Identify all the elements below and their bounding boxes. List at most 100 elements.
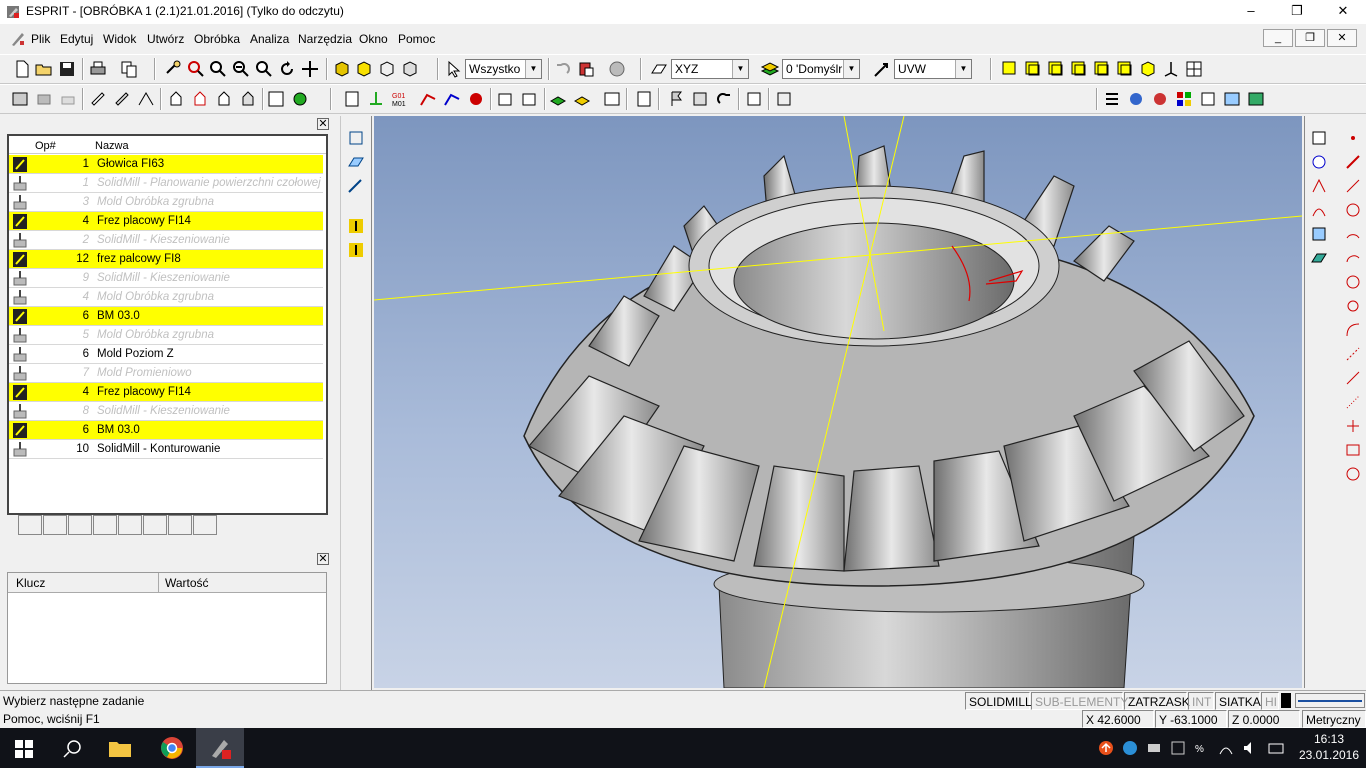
mode-solidmill[interactable]: SOLIDMILL [965, 692, 1032, 710]
arc-icon[interactable] [1343, 224, 1363, 244]
close-icon[interactable]: ✕ [317, 553, 329, 565]
nc-code-icon[interactable] [266, 89, 286, 109]
stock-icon[interactable] [34, 89, 54, 109]
layer-combo[interactable]: 0 'Domyślr ▼ [782, 59, 860, 79]
menu-plik[interactable]: Plik [31, 32, 50, 46]
operation-row[interactable]: 4 Frez placowy FI14 [9, 212, 323, 231]
undo-icon[interactable] [553, 59, 573, 79]
close-icon[interactable]: ✕ [317, 118, 329, 130]
operation-row[interactable]: 6 BM 03.0 [9, 307, 323, 326]
mode-hi[interactable]: HI [1261, 692, 1279, 710]
image-icon[interactable] [1222, 89, 1242, 109]
tab-output[interactable] [193, 515, 217, 535]
arc-3-icon[interactable] [1343, 272, 1363, 292]
bevel-gear-model[interactable] [374, 116, 1302, 688]
view-left-icon[interactable] [1069, 59, 1089, 79]
shade-icon[interactable] [354, 59, 374, 79]
compare-icon[interactable] [774, 89, 794, 109]
snap-point-icon[interactable] [346, 128, 366, 148]
keyboard-icon[interactable] [1268, 740, 1284, 756]
view-right-icon[interactable] [1046, 59, 1066, 79]
zoom-window-icon[interactable] [186, 59, 206, 79]
tool-path-icon[interactable] [136, 89, 156, 109]
mode-sub-elements[interactable]: SUB-ELEMENTY [1031, 692, 1128, 710]
operation-row[interactable]: 1 Głowica FI63 [9, 155, 323, 174]
plane-combo[interactable]: XYZ ▼ [671, 59, 749, 79]
mode-grid[interactable]: SIATKA [1215, 692, 1261, 710]
print-icon[interactable] [88, 59, 108, 79]
clock-time[interactable]: 16:13 [1304, 732, 1354, 746]
menu-pomoc[interactable]: Pomoc [398, 32, 435, 46]
offset-icon[interactable] [1343, 368, 1363, 388]
menu-okno[interactable]: Okno [359, 32, 388, 46]
circle-icon[interactable] [1343, 200, 1363, 220]
line-style-indicator[interactable] [1295, 693, 1365, 708]
file-explorer-icon[interactable] [108, 738, 132, 758]
sim-run-icon[interactable] [214, 89, 234, 109]
sim-end-icon[interactable] [238, 89, 258, 109]
paste-icon[interactable] [576, 59, 596, 79]
snap-plane-icon[interactable] [346, 152, 366, 172]
view-3d-icon[interactable] [1309, 128, 1329, 148]
snap-axis-icon[interactable] [346, 176, 366, 196]
technology-icon[interactable] [342, 89, 362, 109]
color-swatch[interactable] [1281, 693, 1291, 708]
workplane-combo[interactable]: UVW ▼ [894, 59, 972, 79]
grid-icon[interactable] [1184, 59, 1204, 79]
hidden-line-icon[interactable] [400, 59, 420, 79]
rectangle-icon[interactable] [1343, 440, 1363, 460]
taskbar-esprit-button[interactable] [196, 728, 244, 768]
view-front-icon[interactable] [1023, 59, 1043, 79]
search-icon[interactable] [62, 739, 82, 759]
tab-project[interactable] [143, 515, 167, 535]
open-folder-icon[interactable] [34, 59, 54, 79]
move-icon[interactable] [300, 59, 320, 79]
tool-icon[interactable] [88, 89, 108, 109]
window-settings-icon[interactable] [520, 89, 540, 109]
machine-setup-icon[interactable] [10, 89, 30, 109]
up-arrow-tray-icon[interactable] [1098, 740, 1114, 756]
mdi-close-button[interactable]: ✕ [1327, 29, 1357, 47]
input-icon[interactable]: % [1194, 740, 1210, 756]
toolpath-blue-icon[interactable] [442, 89, 462, 109]
menu-obrobka[interactable]: Obróbka [194, 32, 240, 46]
clock-date[interactable]: 23.01.2016 [1296, 748, 1362, 762]
sketch-icon[interactable] [1309, 176, 1329, 196]
flag-icon[interactable] [666, 89, 686, 109]
report-icon[interactable] [634, 89, 654, 109]
operation-row[interactable]: 12 frez palcowy FI8 [9, 250, 323, 269]
mode-int[interactable]: INT [1188, 692, 1214, 710]
column-op-number[interactable]: Op# [35, 140, 56, 152]
wifi-alert-icon[interactable] [1170, 740, 1186, 756]
layers-icon[interactable] [760, 59, 780, 79]
operation-row[interactable]: 8 SolidMill - Kieszeniowanie [9, 402, 323, 421]
down-arrow-icon[interactable] [346, 240, 366, 260]
operation-row[interactable]: 6 BM 03.0 [9, 421, 323, 440]
column-value[interactable]: Wartość [165, 576, 209, 590]
polygon-icon[interactable] [1343, 464, 1363, 484]
menu-utworz[interactable]: Utwórz [147, 32, 184, 46]
sketch-arc-icon[interactable] [1309, 200, 1329, 220]
tab-layers[interactable] [93, 515, 117, 535]
mdi-restore-button[interactable]: ❐ [1295, 29, 1325, 47]
surface-icon[interactable] [1309, 248, 1329, 268]
operation-row[interactable]: 2 SolidMill - Kieszeniowanie [9, 231, 323, 250]
origin-icon[interactable] [366, 89, 386, 109]
palette-icon[interactable] [1174, 89, 1194, 109]
redo-icon[interactable] [714, 89, 734, 109]
operation-row[interactable]: 4 Mold Obróbka zgrubna [9, 288, 323, 307]
select-arrow-icon[interactable] [444, 59, 464, 79]
operation-row[interactable]: 5 Mold Obróbka zgrubna [9, 326, 323, 345]
column-name[interactable]: Nazwa [95, 140, 129, 152]
filter-combo[interactable]: Wszystko ▼ [465, 59, 542, 79]
view-back-icon[interactable] [1092, 59, 1112, 79]
render-icon[interactable] [1246, 89, 1266, 109]
volume-icon[interactable] [1242, 740, 1258, 756]
app-tray-icon[interactable] [1122, 740, 1138, 756]
maximize-button[interactable]: ❐ [1274, 0, 1320, 24]
operation-row[interactable]: 10 SolidMill - Konturowanie [9, 440, 323, 459]
3d-viewport[interactable] [374, 116, 1302, 688]
mode-snap[interactable]: ZATRZASK [1124, 692, 1190, 710]
sim-step-icon[interactable] [190, 89, 210, 109]
shade-solid-icon[interactable] [332, 59, 352, 79]
